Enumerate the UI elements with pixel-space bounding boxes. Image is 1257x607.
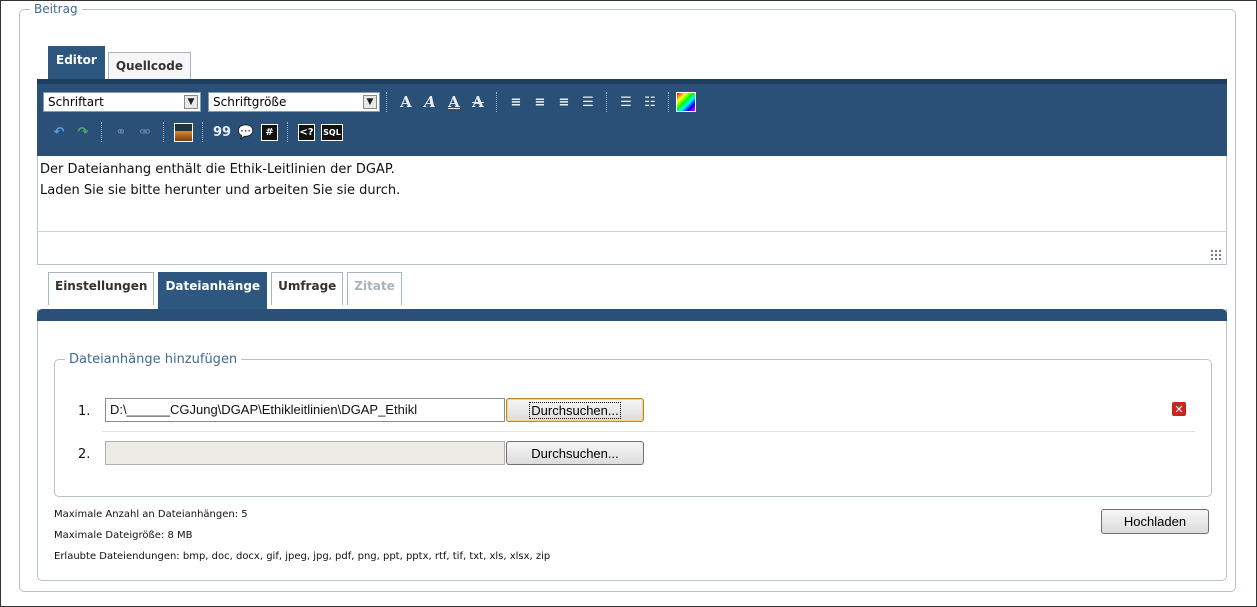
panel-header-bar — [37, 309, 1227, 321]
font-family-select[interactable]: Schriftart ▼ — [43, 92, 201, 112]
align-right-icon[interactable]: ≡ — [555, 93, 573, 111]
browse-button-1[interactable]: Durchsuchen... — [506, 398, 644, 422]
remove-attachment-icon[interactable]: ✕ — [1172, 402, 1186, 416]
tab-zitate: Zitate — [347, 272, 402, 305]
quote-icon[interactable]: 99 — [213, 123, 231, 141]
tab-dateianhaenge[interactable]: Dateianhänge — [158, 272, 268, 309]
info-extensions: Erlaubte Dateiendungen: bmp, doc, docx, … — [54, 551, 551, 562]
hash-icon[interactable]: # — [261, 123, 278, 141]
font-size-select[interactable]: Schriftgröße ▼ — [208, 92, 380, 112]
toolbar-separator — [668, 92, 670, 112]
info-max-size: Maximale Dateigröße: 8 MB — [54, 530, 193, 541]
editor-toolbar: Schriftart ▼ Schriftgröße ▼ A A A A ≡ ≡ … — [37, 79, 1227, 156]
align-justify-icon[interactable]: ☰ — [579, 93, 597, 111]
chevron-down-icon: ▼ — [363, 95, 377, 109]
tab-umfrage[interactable]: Umfrage — [271, 272, 344, 305]
upload-button[interactable]: Hochladen — [1101, 509, 1209, 534]
align-center-icon[interactable]: ≡ — [531, 93, 549, 111]
toolbar-separator — [163, 122, 165, 142]
unlink-icon: ⚮ — [139, 124, 151, 140]
toolbar-separator — [386, 92, 388, 112]
beitrag-legend: Beitrag — [34, 2, 78, 16]
editor-tabs: Editor Quellcode — [48, 46, 194, 79]
toolbar-separator — [496, 92, 498, 112]
toolbar-separator — [287, 122, 289, 142]
link-icon: ⚭ — [115, 124, 127, 140]
font-size-select-value: Schriftgröße — [213, 95, 287, 109]
redo-icon[interactable]: ↷ — [74, 123, 92, 141]
tab-editor[interactable]: Editor — [48, 46, 105, 79]
post-option-tabs: Einstellungen Dateianhänge Umfrage Zitat… — [48, 272, 406, 309]
attachment-divider — [102, 431, 1195, 432]
attachment-number: 2. — [78, 447, 91, 462]
resize-handle-icon[interactable] — [1210, 249, 1222, 261]
sql-icon[interactable]: SQL — [321, 123, 343, 141]
align-left-icon[interactable]: ≡ — [507, 93, 525, 111]
undo-icon[interactable]: ↶ — [50, 123, 68, 141]
file-input-1[interactable]: D:\______CGJung\DGAP\Ethikleitlinien\DGA… — [105, 398, 505, 422]
browse-button-2[interactable]: Durchsuchen... — [506, 441, 644, 465]
browse-button-1-label: Durchsuchen... — [529, 401, 621, 419]
toolbar-separator — [202, 122, 204, 142]
attachments-fieldset: Dateianhänge hinzufügen — [54, 352, 1212, 497]
image-icon[interactable] — [174, 122, 193, 142]
color-picker-icon[interactable] — [676, 92, 696, 112]
editor-content-area[interactable]: Der Dateianhang enthält die Ethik-Leitli… — [37, 156, 1227, 265]
attachment-number: 1. — [78, 404, 91, 419]
file-input-2[interactable] — [105, 441, 505, 465]
font-family-select-value: Schriftart — [48, 95, 104, 109]
bullet-list-icon[interactable]: ☰ — [617, 93, 635, 111]
editor-text-line-1: Der Dateianhang enthält die Ethik-Leitli… — [40, 162, 395, 177]
tab-einstellungen[interactable]: Einstellungen — [48, 272, 155, 305]
toolbar-separator — [101, 122, 103, 142]
numbered-list-icon[interactable]: ☷ — [641, 93, 659, 111]
strikethrough-icon[interactable]: A — [469, 93, 487, 111]
browse-button-2-label: Durchsuchen... — [531, 445, 619, 461]
underline-icon[interactable]: A — [445, 93, 463, 111]
info-max-count: Maximale Anzahl an Dateianhängen: 5 — [54, 509, 248, 520]
attachments-legend: Dateianhänge hinzufügen — [69, 352, 238, 367]
toolbar-separator — [606, 92, 608, 112]
italic-icon[interactable]: A — [421, 93, 439, 111]
php-code-icon[interactable]: <? — [298, 123, 315, 141]
bold-icon[interactable]: A — [397, 93, 415, 111]
comment-icon[interactable]: 💬 — [237, 123, 255, 141]
tab-quellcode[interactable]: Quellcode — [107, 52, 192, 79]
editor-statusbar — [38, 231, 1226, 265]
editor-text-line-2: Laden Sie sie bitte herunter und arbeite… — [40, 183, 401, 198]
chevron-down-icon: ▼ — [184, 95, 198, 109]
